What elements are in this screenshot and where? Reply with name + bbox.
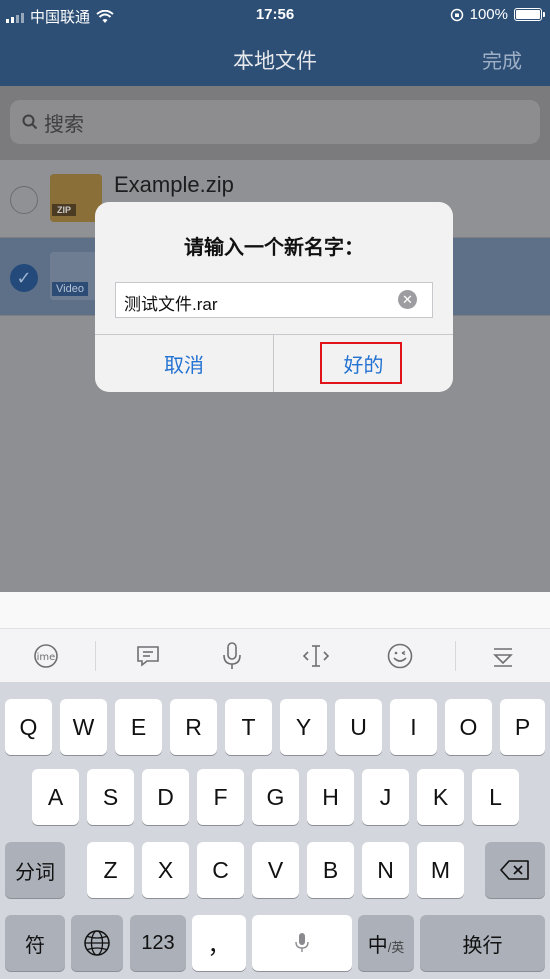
keyboard-toolbar: ime — [0, 628, 550, 682]
segment-key[interactable]: 分词 — [5, 842, 65, 898]
voice-input-icon — [295, 933, 309, 952]
orientation-lock-icon — [450, 8, 463, 21]
key-u[interactable]: U — [335, 699, 382, 755]
highlight-box — [320, 342, 402, 384]
cancel-button[interactable]: 取消 — [95, 335, 273, 392]
key-q[interactable]: Q — [5, 699, 52, 755]
done-button[interactable]: 完成 — [482, 45, 522, 74]
battery-label: 100% — [469, 6, 508, 23]
toolbar-divider — [455, 641, 456, 671]
key-d[interactable]: D — [142, 769, 189, 825]
key-z[interactable]: Z — [87, 842, 134, 898]
key-y[interactable]: Y — [280, 699, 327, 755]
keyboard: Q W E R T Y U I O P A S D F G H J K L 分词… — [0, 682, 550, 979]
new-name-input[interactable]: 测试文件.rar — [115, 282, 433, 318]
globe-key[interactable] — [71, 915, 123, 971]
key-f[interactable]: F — [197, 769, 244, 825]
battery-icon — [514, 8, 545, 21]
key-b[interactable]: B — [307, 842, 354, 898]
key-i[interactable]: I — [390, 699, 437, 755]
clear-text-icon[interactable]: ✕ — [398, 290, 417, 309]
page-title: 本地文件 — [233, 50, 317, 73]
search-area: 搜索 — [0, 86, 550, 160]
key-h[interactable]: H — [307, 769, 354, 825]
keyboard-top-margin — [0, 592, 550, 628]
return-key[interactable]: 换行 — [420, 915, 545, 971]
key-a[interactable]: A — [32, 769, 79, 825]
key-v[interactable]: V — [252, 842, 299, 898]
key-l[interactable]: L — [472, 769, 519, 825]
key-e[interactable]: E — [115, 699, 162, 755]
svg-text:ime: ime — [37, 652, 56, 663]
file-type-tag: ZIP — [52, 204, 77, 216]
rename-dialog: 请输入一个新名字： 测试文件.rar ✕ 取消 好的 — [95, 202, 453, 392]
select-checkbox[interactable] — [10, 186, 38, 214]
space-key[interactable] — [252, 915, 352, 971]
nav-bar: 本地文件 完成 — [0, 30, 550, 86]
key-o[interactable]: O — [445, 699, 492, 755]
key-g[interactable]: G — [252, 769, 299, 825]
status-bar: 中国联通 17:56 100% — [0, 0, 550, 30]
dialog-title: 请输入一个新名字： — [184, 237, 364, 259]
select-checkbox[interactable]: ✓ — [10, 264, 38, 292]
globe-icon — [84, 930, 110, 956]
emoji-icon[interactable] — [383, 639, 417, 673]
backspace-key[interactable] — [485, 842, 545, 898]
key-p[interactable]: P — [500, 699, 545, 755]
ime-logo-icon[interactable]: ime — [29, 639, 63, 673]
toolbar-divider — [95, 641, 96, 671]
comma-key[interactable]: ， — [192, 915, 246, 971]
search-input[interactable]: 搜索 — [10, 100, 540, 144]
key-m[interactable]: M — [417, 842, 464, 898]
file-name: Example.zip — [114, 172, 234, 197]
cursor-move-icon[interactable] — [299, 639, 333, 673]
key-j[interactable]: J — [362, 769, 409, 825]
hide-keyboard-icon[interactable] — [486, 639, 520, 673]
key-w[interactable]: W — [60, 699, 107, 755]
clipboard-icon[interactable] — [131, 639, 165, 673]
search-icon — [22, 114, 38, 130]
key-n[interactable]: N — [362, 842, 409, 898]
search-placeholder: 搜索 — [44, 113, 84, 136]
symbols-key[interactable]: 符 — [5, 915, 65, 971]
file-type-tag: Video — [52, 282, 88, 296]
checkmark-icon: ✓ — [16, 267, 32, 288]
key-x[interactable]: X — [142, 842, 189, 898]
language-sub-label: /英 — [387, 939, 405, 955]
key-t[interactable]: T — [225, 699, 272, 755]
key-c[interactable]: C — [197, 842, 244, 898]
backspace-icon — [500, 860, 529, 880]
language-main-label: 中 — [367, 934, 388, 957]
key-r[interactable]: R — [170, 699, 217, 755]
numbers-key[interactable]: 123 — [130, 915, 186, 971]
key-s[interactable]: S — [87, 769, 134, 825]
key-k[interactable]: K — [417, 769, 464, 825]
language-key[interactable]: 中/英 — [358, 915, 414, 971]
microphone-icon[interactable] — [215, 639, 249, 673]
